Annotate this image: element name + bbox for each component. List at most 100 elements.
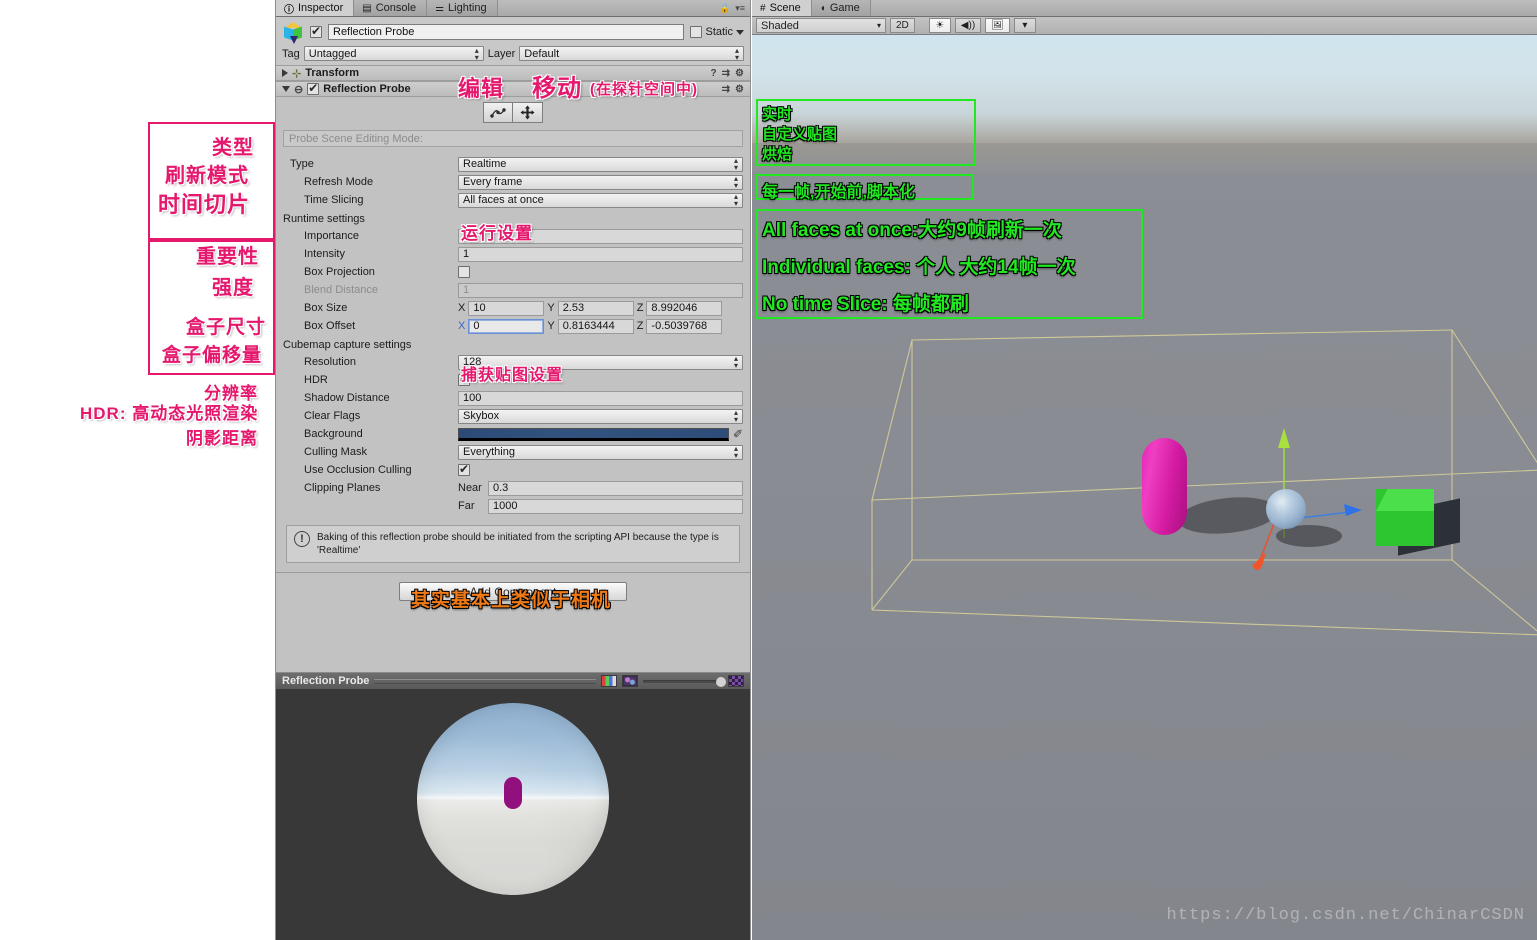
inspector-tabbar: ⓘ Inspector ▤ Console ⚌ Lighting 🔒 ▾≡	[276, 0, 750, 17]
preset-icon[interactable]: ⇉	[722, 84, 730, 95]
static-checkbox[interactable]	[690, 26, 703, 38]
draw-mode-dropdown[interactable]: Shaded ▾	[756, 18, 886, 33]
layer-dropdown[interactable]: Default ▴ ▾	[519, 46, 744, 61]
tag-value: Untagged	[308, 47, 357, 60]
tag-dropdown[interactable]: Untagged ▴ ▾	[303, 46, 484, 61]
gear-icon[interactable]: ⚙	[735, 84, 744, 95]
far-label: Far	[458, 500, 475, 512]
refresh-mode-value: Every frame	[463, 176, 523, 188]
shadow-distance-value: 100	[463, 392, 482, 404]
time-slicing-dropdown[interactable]: All faces at once ▴ ▾	[458, 192, 743, 208]
move-icon[interactable]	[513, 102, 543, 123]
preset-icon[interactable]: ⇉	[722, 68, 730, 79]
toggle-2d-label: 2D	[896, 20, 909, 31]
near-label: Near	[458, 482, 482, 494]
speaker-icon[interactable]: ◀))	[954, 18, 982, 33]
type-dropdown[interactable]: Realtime ▴ ▾	[458, 156, 743, 172]
shadow-distance-input[interactable]: 100	[458, 390, 743, 406]
updown-arrows-icon: ▴ ▾	[733, 156, 738, 172]
lock-icon[interactable]: 🔒	[719, 3, 730, 14]
reflection-probe-preview-sphere[interactable]	[417, 703, 609, 895]
blend-distance-input: 1	[458, 282, 743, 298]
row-box-projection: Box Projection	[276, 263, 750, 281]
box-size-label: Box Size	[304, 302, 348, 314]
console-icon: ▤	[362, 2, 372, 14]
clear-flags-value: Skybox	[463, 410, 500, 422]
tab-game-label: Game	[829, 2, 860, 14]
mip-slider[interactable]	[643, 676, 726, 687]
tab-scene[interactable]: # Scene	[752, 0, 812, 16]
annotation-move: 移动	[532, 75, 582, 102]
box-offset-z-input[interactable]: -0.5039768	[646, 318, 723, 334]
box-size-y-input[interactable]: 2.53	[557, 300, 634, 316]
culling-mask-label: Culling Mask	[304, 446, 367, 458]
component-enabled-checkbox[interactable]	[307, 81, 320, 95]
preview-area	[276, 689, 750, 940]
reflection-probe-title: Reflection Probe	[323, 83, 411, 95]
help-icon[interactable]: ?	[711, 68, 717, 79]
annotation-baked: 烘焙	[762, 146, 793, 163]
background-color-swatch[interactable]	[458, 427, 729, 441]
row-refresh-mode: Refresh Mode Every frame ▴ ▾	[276, 173, 750, 191]
annotation-cubemap-capture: 捕获贴图设置	[461, 367, 564, 384]
row-box-size: Box Size X 10 Y 2.53 Z 8.992046	[276, 299, 750, 317]
scene-toolbar: Shaded ▾ 2D ☀ ◀)) 🖼 ▾	[752, 17, 1537, 35]
probe-tool-row	[276, 97, 750, 127]
object-name-input[interactable]: Reflection Probe	[328, 24, 685, 40]
tag-label: Tag	[282, 47, 300, 60]
tab-lighting-label: Lighting	[448, 2, 487, 14]
gear-icon[interactable]: ⚙	[735, 68, 744, 79]
cubemap-icon[interactable]	[622, 675, 638, 687]
box-offset-x-axis: X	[458, 320, 466, 332]
box-projection-checkbox[interactable]	[458, 266, 470, 278]
far-input[interactable]: 1000	[488, 498, 743, 514]
magenta-capsule[interactable]	[1142, 438, 1187, 535]
menu-icon[interactable]: ▾≡	[735, 3, 745, 14]
clear-flags-dropdown[interactable]: Skybox ▴ ▾	[458, 408, 743, 424]
chevron-right-icon[interactable]	[282, 69, 288, 77]
checker-icon[interactable]	[728, 675, 744, 687]
chevron-down-icon[interactable]	[282, 86, 290, 92]
object-enabled-checkbox[interactable]	[310, 24, 322, 38]
near-input[interactable]: 0.3	[488, 480, 743, 496]
chevron-down-icon[interactable]: ▾	[1013, 18, 1036, 33]
intensity-value: 1	[463, 248, 470, 260]
culling-mask-dropdown[interactable]: Everything ▴ ▾	[458, 444, 743, 460]
tab-inspector[interactable]: ⓘ Inspector	[276, 0, 355, 16]
row-blend-distance: Blend Distance 1	[276, 281, 750, 299]
refresh-mode-label: Refresh Mode	[304, 176, 374, 188]
reflection-probe-gizmo[interactable]	[1266, 489, 1306, 529]
box-offset-x-input[interactable]: 0	[468, 318, 545, 334]
clipping-planes-label: Clipping Planes	[304, 482, 381, 494]
annotation-importance: 重要性	[196, 246, 259, 268]
helpbox-text: Baking of this reflection probe should b…	[317, 532, 719, 556]
use-occlusion-culling-label: Use Occlusion Culling	[304, 464, 412, 476]
row-background: Background ✐	[276, 425, 750, 443]
box-size-x-input[interactable]: 10	[468, 300, 545, 316]
tab-lighting[interactable]: ⚌ Lighting	[427, 0, 498, 16]
eyedropper-icon[interactable]: ✐	[733, 427, 743, 441]
box-offset-y-input[interactable]: 0.8163444	[557, 318, 634, 334]
refresh-mode-dropdown[interactable]: Every frame ▴ ▾	[458, 174, 743, 190]
tab-console[interactable]: ▤ Console	[354, 0, 428, 16]
box-size-y-axis: Y	[547, 302, 555, 314]
tab-game[interactable]: ◖ Game	[811, 0, 871, 16]
use-occlusion-culling-checkbox[interactable]	[458, 462, 470, 476]
box-size-z-input[interactable]: 8.992046	[646, 300, 723, 316]
scene-tabbar: # Scene ◖ Game	[752, 0, 1537, 17]
sun-icon[interactable]: ☀	[928, 18, 951, 33]
toggle-2d-button[interactable]: 2D	[890, 18, 915, 33]
edit-bounds-icon[interactable]	[483, 102, 513, 123]
chevron-down-icon[interactable]	[736, 29, 744, 35]
row-type: Type Realtime ▴ ▾	[276, 155, 750, 173]
row-intensity: Intensity 1	[276, 245, 750, 263]
culling-mask-value: Everything	[463, 446, 515, 458]
updown-arrows-icon: ▴ ▾	[733, 192, 738, 208]
intensity-input[interactable]: 1	[458, 246, 743, 262]
image-icon[interactable]: 🖼	[985, 18, 1010, 33]
rgb-channels-icon[interactable]	[601, 675, 617, 687]
background-label: Background	[304, 428, 363, 440]
annotation-hdr: HDR: 高动态光照渲染	[80, 404, 259, 423]
box-offset-label: Box Offset	[304, 320, 356, 332]
chevron-down-icon: ▾	[876, 21, 881, 30]
